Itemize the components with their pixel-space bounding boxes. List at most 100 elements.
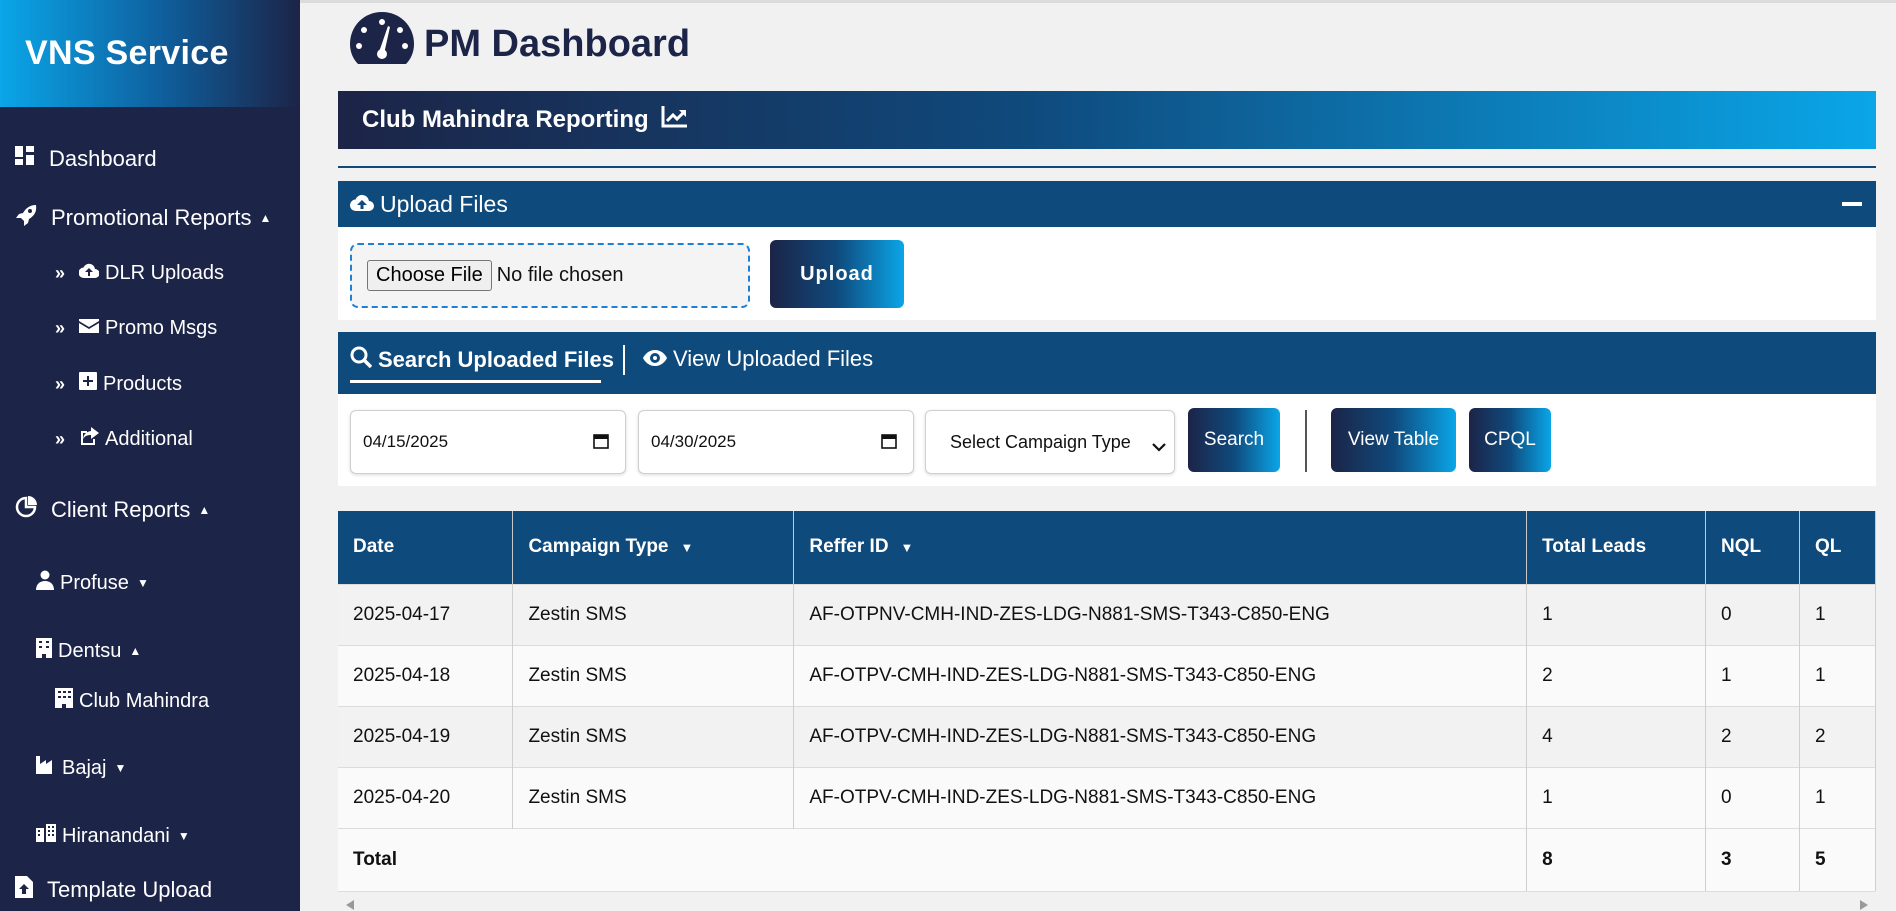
file-input[interactable]: Choose File No file chosen bbox=[350, 243, 750, 308]
sidebar-item-promo-msgs[interactable]: » Promo Msgs bbox=[55, 317, 217, 340]
sidebar-item-label: Hiranandani bbox=[62, 824, 170, 847]
cell-nql: 1 bbox=[1705, 644, 1800, 706]
sidebar-item-label: Profuse bbox=[60, 571, 129, 594]
sidebar-item-client-reports[interactable]: Client Reports ▲ bbox=[15, 496, 210, 524]
total-nql-sum: 3 bbox=[1705, 827, 1800, 891]
sidebar-item-label: Bajaj bbox=[62, 756, 107, 779]
collapse-icon[interactable] bbox=[1842, 202, 1862, 206]
cell-nql: 0 bbox=[1705, 766, 1800, 828]
sidebar-item-additional[interactable]: » Additional bbox=[55, 427, 193, 451]
sidebar-item-dashboard[interactable]: Dashboard bbox=[15, 146, 157, 172]
col-header-nql[interactable]: NQL bbox=[1705, 511, 1800, 584]
file-status: No file chosen bbox=[496, 264, 624, 286]
total-leads-sum: 8 bbox=[1526, 827, 1706, 891]
sidebar-item-promotional-reports[interactable]: Promotional Reports ▲ bbox=[15, 204, 271, 232]
cell-total-leads: 4 bbox=[1526, 705, 1706, 767]
sidebar-item-bajaj[interactable]: Bajaj ▼ bbox=[36, 756, 126, 780]
sidebar-item-label: Promo Msgs bbox=[105, 317, 218, 339]
cell-total-leads: 1 bbox=[1526, 766, 1706, 828]
cell-ql: 1 bbox=[1799, 644, 1876, 706]
share-icon bbox=[79, 427, 100, 451]
scroll-left-icon[interactable] bbox=[346, 897, 354, 911]
end-date-input[interactable]: 04/30/2025 bbox=[638, 410, 914, 474]
sidebar-item-label: Dashboard bbox=[49, 146, 157, 171]
caret-up-icon: ▲ bbox=[129, 644, 142, 658]
cell-date: 2025-04-20 bbox=[338, 766, 514, 828]
double-chevron-icon: » bbox=[55, 263, 66, 283]
search-button[interactable]: Search bbox=[1188, 408, 1280, 472]
double-chevron-icon: » bbox=[55, 428, 66, 449]
col-header-reffer-id[interactable]: Reffer ID ▼ bbox=[793, 511, 1528, 584]
sidebar-item-dentsu[interactable]: Dentsu ▲ bbox=[36, 638, 141, 664]
campaign-type-value: Select Campaign Type bbox=[950, 431, 1131, 452]
sidebar-item-products[interactable]: » Products bbox=[55, 372, 182, 396]
report-banner: Club Mahindra Reporting bbox=[338, 91, 1876, 149]
search-icon bbox=[350, 346, 378, 374]
sidebar-item-label: Club Mahindra bbox=[79, 689, 210, 712]
upload-button[interactable]: Upload bbox=[770, 240, 904, 308]
sidebar-item-club-mahindra[interactable]: Club Mahindra bbox=[55, 688, 209, 714]
col-header-ql[interactable]: QL bbox=[1799, 511, 1876, 584]
double-chevron-icon: » bbox=[55, 318, 66, 338]
cell-nql: 2 bbox=[1705, 705, 1800, 767]
cpql-button[interactable]: CPQL bbox=[1469, 408, 1551, 472]
horizontal-scrollbar[interactable] bbox=[338, 891, 1876, 911]
section-divider bbox=[338, 166, 1876, 168]
gauge-icon bbox=[350, 12, 414, 69]
col-header-total-leads[interactable]: Total Leads bbox=[1526, 511, 1706, 584]
hotel-icon bbox=[55, 688, 73, 714]
sidebar-item-hiranandani[interactable]: Hiranandani ▼ bbox=[36, 824, 190, 848]
start-date-input[interactable]: 04/15/2025 bbox=[350, 410, 626, 474]
cell-ql: 2 bbox=[1799, 705, 1876, 767]
tab-separator bbox=[623, 345, 625, 375]
campaign-type-select[interactable]: Select Campaign Type bbox=[925, 410, 1175, 474]
envelope-icon bbox=[79, 317, 100, 340]
page-title: PM Dashboard bbox=[424, 23, 691, 65]
choose-file-button[interactable]: Choose File bbox=[367, 260, 492, 291]
building-icon bbox=[36, 638, 52, 664]
caret-up-icon: ▲ bbox=[259, 211, 272, 225]
sidebar-item-label: Products bbox=[103, 372, 182, 395]
brand-logo: VNS Service bbox=[0, 0, 300, 107]
upload-panel-header: Upload Files bbox=[338, 181, 1876, 227]
sidebar-item-template-upload[interactable]: Template Upload bbox=[15, 876, 212, 904]
chevron-down-icon bbox=[1152, 437, 1166, 458]
user-tie-icon bbox=[36, 570, 54, 596]
tab-label: Search Uploaded Files bbox=[378, 347, 614, 372]
cell-nql: 0 bbox=[1705, 583, 1800, 645]
active-tab-indicator bbox=[350, 380, 601, 383]
sidebar-item-label: Client Reports bbox=[51, 497, 191, 522]
eye-icon bbox=[643, 346, 673, 372]
table-row: 2025-04-18 Zestin SMS AF-OTPV-CMH-IND-ZE… bbox=[338, 644, 1876, 706]
sidebar-item-dlr-uploads[interactable]: » DLR Uploads bbox=[55, 262, 224, 285]
col-header-campaign-type[interactable]: Campaign Type ▼ bbox=[512, 511, 795, 584]
calendar-icon[interactable] bbox=[881, 433, 897, 454]
cell-campaign-type: Zestin SMS bbox=[512, 705, 795, 767]
upload-panel-title: Upload Files bbox=[380, 190, 508, 217]
banner-title: Club Mahindra Reporting bbox=[362, 106, 649, 133]
cloud-upload-icon bbox=[349, 191, 380, 218]
tab-search-uploaded-files[interactable]: Search Uploaded Files bbox=[350, 346, 614, 374]
caret-up-icon: ▲ bbox=[198, 503, 211, 517]
tab-view-uploaded-files[interactable]: View Uploaded Files bbox=[643, 346, 873, 372]
sort-down-icon[interactable]: ▼ bbox=[681, 540, 694, 555]
cell-reffer-id: AF-OTPV-CMH-IND-ZES-LDG-N881-SMS-T343-C8… bbox=[793, 766, 1528, 828]
calendar-icon[interactable] bbox=[593, 433, 609, 454]
col-header-date[interactable]: Date bbox=[338, 511, 514, 584]
caret-down-icon: ▼ bbox=[136, 576, 149, 590]
cell-ql: 1 bbox=[1799, 766, 1876, 828]
view-table-button[interactable]: View Table bbox=[1331, 408, 1456, 472]
sidebar-item-label: Template Upload bbox=[47, 877, 213, 902]
cell-date: 2025-04-17 bbox=[338, 583, 514, 645]
cell-total-leads: 2 bbox=[1526, 644, 1706, 706]
cell-campaign-type: Zestin SMS bbox=[512, 644, 795, 706]
sidebar-item-profuse[interactable]: Profuse ▼ bbox=[36, 570, 149, 596]
table-header-row: Date Campaign Type ▼ Reffer ID ▼ Total Lea… bbox=[338, 511, 1876, 584]
scroll-right-icon[interactable] bbox=[1860, 897, 1868, 911]
end-date-value: 04/30/2025 bbox=[651, 432, 737, 451]
chart-circle-icon bbox=[15, 496, 37, 524]
cell-date: 2025-04-19 bbox=[338, 705, 514, 767]
cell-reffer-id: AF-OTPNV-CMH-IND-ZES-LDG-N881-SMS-T343-C… bbox=[793, 583, 1528, 645]
sort-down-icon[interactable]: ▼ bbox=[901, 540, 914, 555]
report-table: Date Campaign Type ▼ Reffer ID ▼ Total Lea… bbox=[338, 511, 1876, 891]
